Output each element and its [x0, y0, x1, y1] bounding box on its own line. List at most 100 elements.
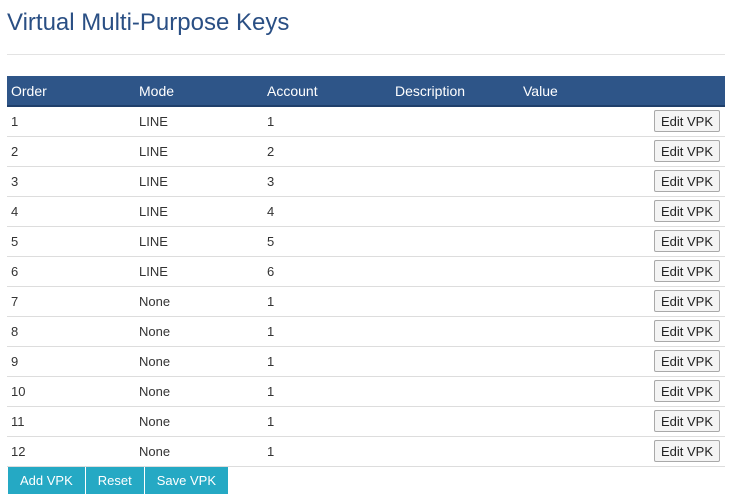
cell-action: Edit VPK	[619, 316, 725, 347]
cell-mode: LINE	[135, 166, 263, 197]
table-row: 3 LINE 3 Edit VPK	[7, 166, 725, 197]
cell-account: 1	[263, 346, 391, 377]
cell-value	[519, 346, 619, 377]
cell-order: 2	[7, 136, 135, 167]
cell-value	[519, 406, 619, 437]
vpk-table: Order Mode Account Description Value 1 LI…	[7, 76, 725, 467]
column-header-description: Description	[391, 76, 519, 107]
cell-action: Edit VPK	[619, 166, 725, 197]
cell-mode: LINE	[135, 106, 263, 137]
cell-action: Edit VPK	[619, 256, 725, 287]
cell-mode: LINE	[135, 136, 263, 167]
cell-order: 4	[7, 196, 135, 227]
cell-description	[391, 226, 519, 257]
cell-account: 5	[263, 226, 391, 257]
table-row: 10 None 1 Edit VPK	[7, 376, 725, 407]
table-row: 4 LINE 4 Edit VPK	[7, 196, 725, 227]
cell-account: 6	[263, 256, 391, 287]
title-divider	[7, 54, 725, 55]
edit-vpk-button[interactable]: Edit VPK	[653, 440, 720, 462]
cell-mode: None	[135, 376, 263, 407]
cell-description	[391, 256, 519, 287]
cell-action: Edit VPK	[619, 136, 725, 167]
reset-button[interactable]: Reset	[85, 467, 144, 494]
cell-mode: LINE	[135, 196, 263, 227]
table-row: 2 LINE 2 Edit VPK	[7, 136, 725, 167]
cell-value	[519, 436, 619, 467]
page-title: Virtual Multi-Purpose Keys	[7, 9, 290, 36]
column-header-account: Account	[263, 76, 391, 107]
cell-value	[519, 286, 619, 317]
cell-account: 1	[263, 286, 391, 317]
cell-description	[391, 346, 519, 377]
cell-account: 1	[263, 436, 391, 467]
table-row: 6 LINE 6 Edit VPK	[7, 256, 725, 287]
cell-mode: None	[135, 346, 263, 377]
cell-account: 1	[263, 106, 391, 137]
edit-vpk-button[interactable]: Edit VPK	[653, 140, 720, 162]
cell-description	[391, 136, 519, 167]
cell-mode: None	[135, 436, 263, 467]
cell-value	[519, 226, 619, 257]
column-header-value: Value	[519, 76, 619, 107]
cell-order: 1	[7, 106, 135, 137]
table-row: 9 None 1 Edit VPK	[7, 346, 725, 377]
save-vpk-button[interactable]: Save VPK	[144, 467, 228, 494]
cell-order: 7	[7, 286, 135, 317]
cell-action: Edit VPK	[619, 436, 725, 467]
table-header-row: Order Mode Account Description Value	[7, 76, 725, 107]
table-body: 1 LINE 1 Edit VPK 2 LINE 2 Edit VPK 3 LINE 3 Edit V…	[7, 106, 725, 467]
cell-value	[519, 256, 619, 287]
edit-vpk-button[interactable]: Edit VPK	[653, 290, 720, 312]
cell-account: 3	[263, 166, 391, 197]
cell-action: Edit VPK	[619, 376, 725, 407]
column-header-action	[619, 76, 725, 107]
cell-account: 1	[263, 376, 391, 407]
cell-description	[391, 406, 519, 437]
cell-order: 5	[7, 226, 135, 257]
edit-vpk-button[interactable]: Edit VPK	[653, 170, 720, 192]
cell-mode: LINE	[135, 256, 263, 287]
cell-description	[391, 286, 519, 317]
cell-mode: None	[135, 286, 263, 317]
edit-vpk-button[interactable]: Edit VPK	[653, 230, 720, 252]
cell-order: 11	[7, 406, 135, 437]
cell-action: Edit VPK	[619, 406, 725, 437]
cell-description	[391, 196, 519, 227]
table-row: 8 None 1 Edit VPK	[7, 316, 725, 347]
cell-mode: None	[135, 406, 263, 437]
add-vpk-button[interactable]: Add VPK	[8, 467, 85, 494]
cell-description	[391, 316, 519, 347]
table-row: 7 None 1 Edit VPK	[7, 286, 725, 317]
edit-vpk-button[interactable]: Edit VPK	[653, 350, 720, 372]
cell-action: Edit VPK	[619, 286, 725, 317]
cell-account: 2	[263, 136, 391, 167]
table-row: 5 LINE 5 Edit VPK	[7, 226, 725, 257]
table-row: 1 LINE 1 Edit VPK	[7, 106, 725, 137]
cell-description	[391, 436, 519, 467]
cell-description	[391, 166, 519, 197]
cell-value	[519, 196, 619, 227]
edit-vpk-button[interactable]: Edit VPK	[653, 320, 720, 342]
edit-vpk-button[interactable]: Edit VPK	[653, 200, 720, 222]
edit-vpk-button[interactable]: Edit VPK	[653, 110, 720, 133]
cell-value	[519, 376, 619, 407]
cell-order: 10	[7, 376, 135, 407]
edit-vpk-button[interactable]: Edit VPK	[653, 380, 720, 402]
cell-account: 1	[263, 316, 391, 347]
cell-order: 8	[7, 316, 135, 347]
edit-vpk-button[interactable]: Edit VPK	[653, 410, 720, 432]
column-header-mode: Mode	[135, 76, 263, 107]
cell-account: 1	[263, 406, 391, 437]
cell-value	[519, 166, 619, 197]
cell-value	[519, 316, 619, 347]
table-row: 12 None 1 Edit VPK	[7, 436, 725, 467]
cell-action: Edit VPK	[619, 196, 725, 227]
cell-order: 9	[7, 346, 135, 377]
cell-value	[519, 136, 619, 167]
action-bar: Add VPK Reset Save VPK	[8, 467, 228, 494]
cell-order: 12	[7, 436, 135, 467]
edit-vpk-button[interactable]: Edit VPK	[653, 260, 720, 282]
cell-action: Edit VPK	[619, 226, 725, 257]
cell-description	[391, 106, 519, 137]
